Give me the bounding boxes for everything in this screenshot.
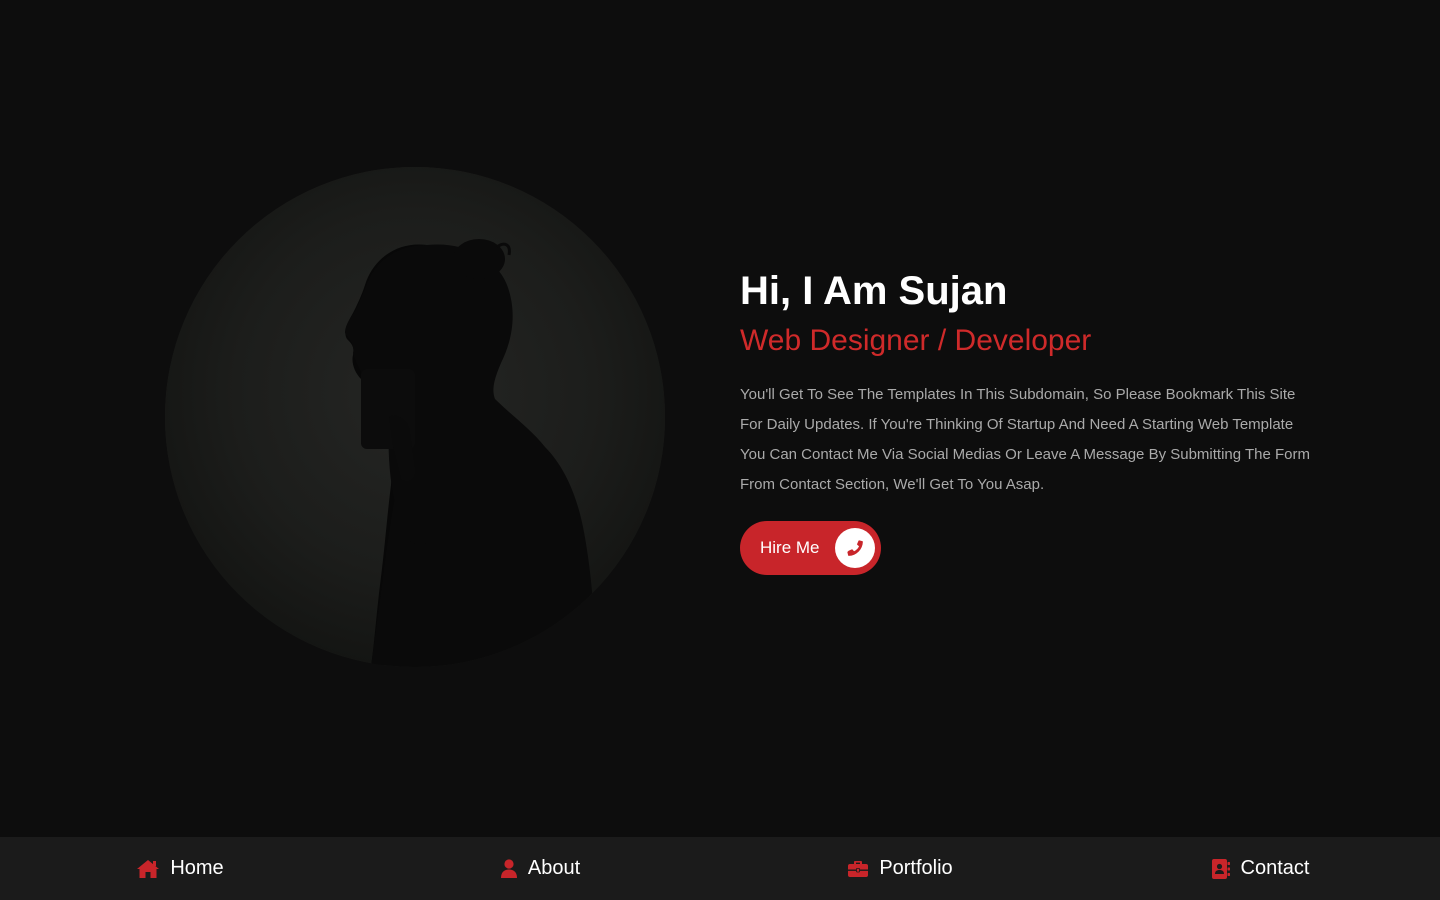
hire-me-button[interactable]: Hire Me [740, 521, 881, 575]
nav-item-label: Home [170, 857, 224, 879]
nav-item-label: About [527, 857, 581, 879]
address-book-icon [1211, 858, 1231, 880]
silhouette-image [165, 167, 665, 667]
nav-item-contact[interactable]: Contact [1080, 837, 1440, 900]
nav-item-portfolio[interactable]: Portfolio [720, 837, 1080, 900]
nav-item-about[interactable]: About [360, 837, 720, 900]
user-icon [500, 858, 518, 879]
home-icon [136, 859, 160, 879]
nav-item-label: Portfolio [879, 857, 953, 879]
bottom-navigation: Home About Portfolio Contact [0, 837, 1440, 900]
briefcase-icon [847, 860, 869, 878]
phone-icon [834, 528, 875, 568]
hire-me-label: Hire Me [760, 538, 820, 557]
greeting-heading: Hi, I Am Sujan [740, 269, 1008, 313]
bio-text: You'll Get To See The Templates In This … [740, 386, 1311, 493]
nav-item-home[interactable]: Home [0, 837, 360, 900]
page: Hi, I Am Sujan Web Designer / Developer … [0, 0, 1440, 900]
intro-section: Hi, I Am Sujan Web Designer / Developer … [740, 266, 1330, 575]
role-subtitle: Web Designer / Developer [740, 324, 1092, 357]
profile-photo [165, 167, 665, 667]
nav-item-label: Contact [1240, 857, 1310, 879]
